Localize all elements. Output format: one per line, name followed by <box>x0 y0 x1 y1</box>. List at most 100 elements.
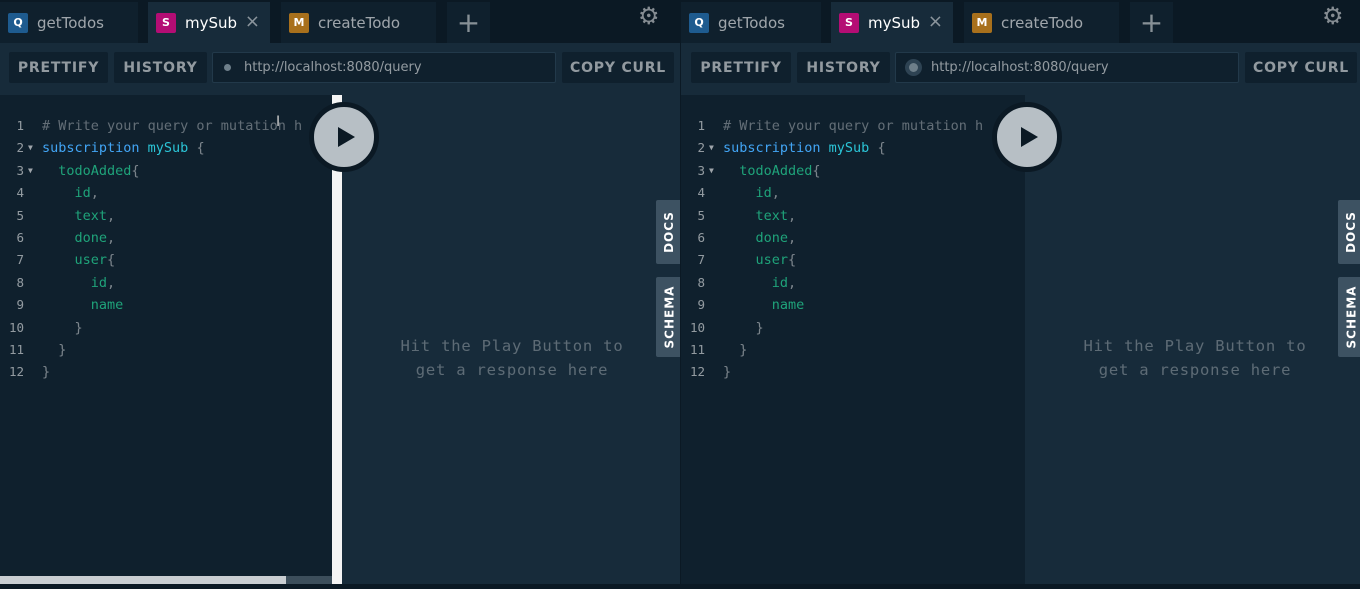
code-token: name <box>723 297 805 314</box>
docs-tab[interactable]: DOCS <box>656 200 680 264</box>
fold-arrow-icon[interactable]: ▼ <box>28 137 33 159</box>
query-badge: Q <box>8 12 28 33</box>
code-token: , <box>788 229 797 246</box>
results-hint: Hit the Play Button to get a response he… <box>1083 337 1307 379</box>
scrollbar-thumb[interactable] <box>0 576 286 584</box>
code-token: } <box>723 364 732 381</box>
line-number: 7 <box>697 252 705 268</box>
code-token: subscription <box>42 140 148 157</box>
prettify-button[interactable]: PRETTIFY <box>691 52 791 83</box>
subscription-badge: S <box>839 12 859 33</box>
results-hint: Hit the Play Button to get a response he… <box>400 337 624 379</box>
code-text: id, <box>723 272 796 294</box>
schema-tab[interactable]: SCHEMA <box>656 277 680 357</box>
code-text: text, <box>42 205 116 227</box>
code-text: user{ <box>723 249 797 271</box>
code-token: id <box>723 274 789 291</box>
line-number: 9 <box>697 297 705 313</box>
play-button[interactable] <box>309 102 379 172</box>
add-tab-button[interactable]: + <box>1130 2 1173 43</box>
close-tab-icon[interactable]: × <box>245 12 260 32</box>
history-button[interactable]: HISTORY <box>114 52 207 83</box>
gear-icon[interactable]: ⚙ <box>1322 2 1344 30</box>
query-editor[interactable]: 1 # Write your query or mutation h 2 ▼ subsc… <box>0 95 332 584</box>
endpoint-url-text: http://localhost:8080/query <box>931 60 1109 75</box>
tab-create-todo[interactable]: M createTodo <box>281 2 436 43</box>
code-token: user <box>42 252 108 269</box>
tab-label: mySub <box>185 13 238 32</box>
code-token: } <box>42 341 67 358</box>
code-text: } <box>42 317 83 339</box>
code-token: user <box>723 252 789 269</box>
tab-get-todos[interactable]: Q getTodos <box>0 2 138 43</box>
close-tab-icon[interactable]: × <box>928 12 943 32</box>
play-button[interactable] <box>992 102 1062 172</box>
prettify-button[interactable]: PRETTIFY <box>9 52 108 83</box>
code-text: subscription mySub { <box>723 137 886 159</box>
horizontal-scrollbar[interactable] <box>0 576 332 584</box>
endpoint-url-input[interactable]: http://localhost:8080/query <box>895 52 1239 83</box>
code-token: id <box>42 274 108 291</box>
tab-my-sub[interactable]: S mySub × <box>148 2 270 43</box>
code-text: todoAdded{ <box>42 160 139 182</box>
fold-arrow-icon[interactable]: ▼ <box>709 160 714 182</box>
fold-arrow-icon[interactable]: ▼ <box>709 137 714 159</box>
tab-label: mySub <box>868 13 921 32</box>
code-text: todoAdded{ <box>723 160 820 182</box>
code-text: # Write your query or mutation h <box>723 115 983 137</box>
endpoint-url-input[interactable]: http://localhost:8080/query <box>212 52 556 83</box>
gear-icon[interactable]: ⚙ <box>638 2 660 30</box>
window-bottom-edge <box>0 584 1360 589</box>
subscription-badge: S <box>156 12 176 33</box>
code-text: } <box>42 361 50 383</box>
code-token: } <box>42 364 51 381</box>
code-token: , <box>788 207 797 224</box>
code-token: , <box>107 274 116 291</box>
code-text: id, <box>42 272 115 294</box>
toolbar: PRETTIFY HISTORY http://localhost:8080/q… <box>681 43 1360 95</box>
tab-get-todos[interactable]: Q getTodos <box>681 2 821 43</box>
code-token: # Write your query or mutation h <box>42 118 303 134</box>
line-number: 12 <box>689 364 705 380</box>
code-token: , <box>771 185 780 202</box>
query-editor[interactable]: 1 # Write your query or mutation h 2 ▼ subsc… <box>681 95 1025 584</box>
code-token: , <box>107 229 116 246</box>
history-button[interactable]: HISTORY <box>797 52 890 83</box>
line-number: 11 <box>8 341 24 357</box>
code-token: mySub <box>828 140 870 157</box>
fold-arrow-icon[interactable]: ▼ <box>28 160 33 182</box>
line-number: 3 <box>16 162 24 178</box>
copy-curl-button[interactable]: COPY CURL <box>1245 52 1357 83</box>
code-text: text, <box>723 205 797 227</box>
line-number: 10 <box>689 319 705 335</box>
code-text: subscription mySub { <box>42 137 205 159</box>
code-text: } <box>723 339 747 361</box>
line-number: 6 <box>697 229 705 245</box>
tab-my-sub[interactable]: S mySub × <box>831 2 953 43</box>
toolbar: PRETTIFY HISTORY http://localhost:8080/q… <box>0 43 680 95</box>
code-text: name <box>42 294 124 316</box>
schema-tab[interactable]: SCHEMA <box>1338 277 1360 357</box>
code-token: { <box>107 252 116 269</box>
code-token: { <box>788 252 797 269</box>
line-number: 2 <box>16 140 24 156</box>
code-text: } <box>723 317 764 339</box>
endpoint-url-text: http://localhost:8080/query <box>244 60 422 75</box>
code-text: name <box>723 294 805 316</box>
schema-label: SCHEMA <box>1344 285 1359 349</box>
docs-label: DOCS <box>1344 211 1358 253</box>
line-number: 3 <box>697 162 705 178</box>
line-number: 11 <box>689 341 705 357</box>
tab-bar: Q getTodos S mySub × M createTodo + ⚙ <box>681 0 1360 43</box>
add-tab-button[interactable]: + <box>447 2 490 43</box>
copy-curl-button[interactable]: COPY CURL <box>562 52 674 83</box>
docs-tab[interactable]: DOCS <box>1338 200 1360 264</box>
tab-create-todo[interactable]: M createTodo <box>964 2 1119 43</box>
code-token: , <box>90 185 99 202</box>
results-panel: Hit the Play Button to get a response he… <box>1025 95 1360 584</box>
code-token: done <box>42 229 108 246</box>
code-text: done, <box>42 227 116 249</box>
code-token: } <box>723 341 748 358</box>
tab-label: getTodos <box>37 13 104 32</box>
code-token: text <box>723 207 789 224</box>
